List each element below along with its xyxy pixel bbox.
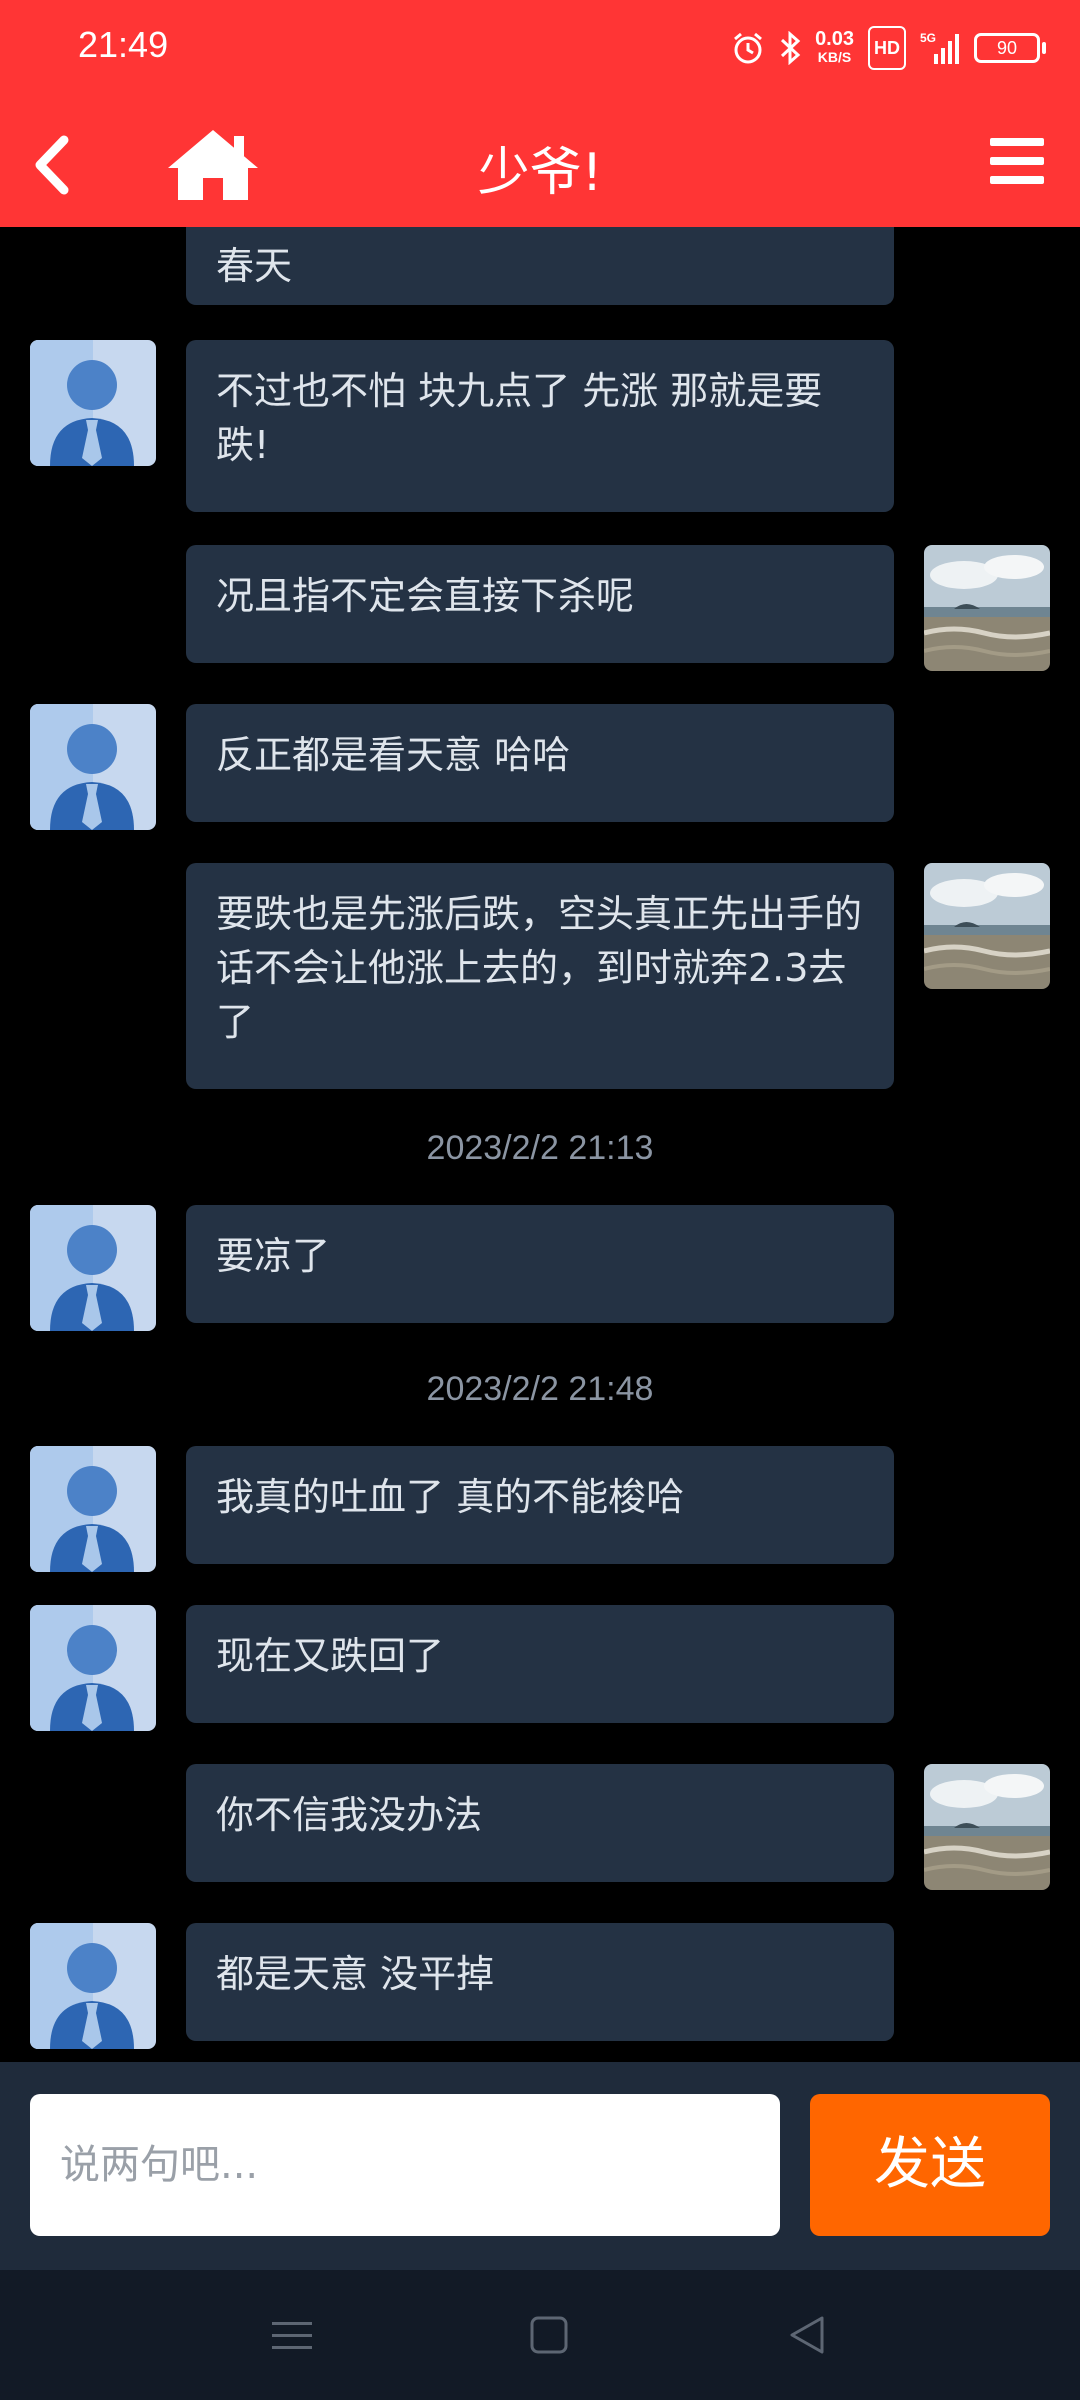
status-time: 21:49 <box>78 24 169 65</box>
contact-avatar[interactable] <box>30 704 156 830</box>
default-user-avatar-icon <box>30 704 156 830</box>
contact-avatar[interactable] <box>30 1205 156 1331</box>
battery-indicator: 90 <box>974 33 1046 63</box>
seascape-avatar-icon <box>924 863 1050 989</box>
page-title: 少爷! <box>477 143 603 203</box>
message-input[interactable] <box>30 2094 780 2236</box>
default-user-avatar-icon <box>30 1923 156 2049</box>
hamburger-menu-icon <box>990 138 1044 184</box>
contact-avatar[interactable] <box>30 1923 156 2049</box>
my-avatar[interactable] <box>924 545 1050 671</box>
default-user-avatar-icon <box>30 1605 156 1731</box>
status-bar: 21:49 0.03 KB/S HD 5G 90 <box>0 0 1080 95</box>
nav-back-button[interactable] <box>778 2310 838 2360</box>
recents-menu-icon <box>272 2322 312 2349</box>
message-bubble: 要凉了 <box>186 1205 894 1323</box>
message-bubble: 都是天意 没平掉 <box>186 1923 894 2041</box>
hd-badge: HD <box>868 26 906 70</box>
message-bubble: 现在又跌回了 <box>186 1605 894 1723</box>
signal-icon: 5G <box>920 28 960 68</box>
menu-button[interactable] <box>986 132 1048 190</box>
bluetooth-icon <box>779 28 801 68</box>
message-bubble: 春天 <box>186 227 894 305</box>
network-speed: 0.03 KB/S <box>815 28 854 68</box>
timestamp: 2023/2/2 21:13 <box>426 1129 654 1167</box>
default-user-avatar-icon <box>30 1446 156 1572</box>
top-bar: 21:49 0.03 KB/S HD 5G 90 少爷! <box>0 0 1080 227</box>
nav-recents-button[interactable] <box>262 2310 322 2360</box>
header: 少爷! <box>0 100 1080 227</box>
message-bubble: 不过也不怕 块九点了 先涨 那就是要跌! <box>186 340 894 512</box>
contact-avatar[interactable] <box>30 340 156 466</box>
message-composer: 发送 <box>0 2062 1080 2270</box>
alarm-icon <box>731 28 765 68</box>
system-nav-bar <box>0 2270 1080 2400</box>
chat-message-list[interactable]: 春天 不过也不怕 块九点了 先涨 那就是要跌! 况且指不定会直接下杀呢 反正都是… <box>0 227 1080 2062</box>
seascape-avatar-icon <box>924 1764 1050 1890</box>
timestamp: 2023/2/2 21:48 <box>426 1370 654 1408</box>
default-user-avatar-icon <box>30 340 156 466</box>
send-button[interactable]: 发送 <box>810 2094 1050 2236</box>
message-bubble: 你不信我没办法 <box>186 1764 894 1882</box>
home-square-icon <box>530 2316 568 2354</box>
back-triangle-icon <box>790 2316 824 2354</box>
nav-home-button[interactable] <box>520 2310 580 2360</box>
my-avatar[interactable] <box>924 863 1050 989</box>
default-user-avatar-icon <box>30 1205 156 1331</box>
message-bubble: 况且指不定会直接下杀呢 <box>186 545 894 663</box>
signal-label: 5G <box>920 31 936 45</box>
contact-avatar[interactable] <box>30 1605 156 1731</box>
my-avatar[interactable] <box>924 1764 1050 1890</box>
net-speed-unit: KB/S <box>817 49 852 65</box>
net-speed-value: 0.03 <box>815 28 854 50</box>
contact-avatar[interactable] <box>30 1446 156 1572</box>
message-bubble: 我真的吐血了 真的不能梭哈 <box>186 1446 894 1564</box>
status-icons: 0.03 KB/S HD 5G 90 <box>731 26 1046 70</box>
message-bubble: 反正都是看天意 哈哈 <box>186 704 894 822</box>
seascape-avatar-icon <box>924 545 1050 671</box>
message-bubble: 要跌也是先涨后跌，空头真正先出手的话不会让他涨上去的，到时就奔2.3去了 <box>186 863 894 1089</box>
